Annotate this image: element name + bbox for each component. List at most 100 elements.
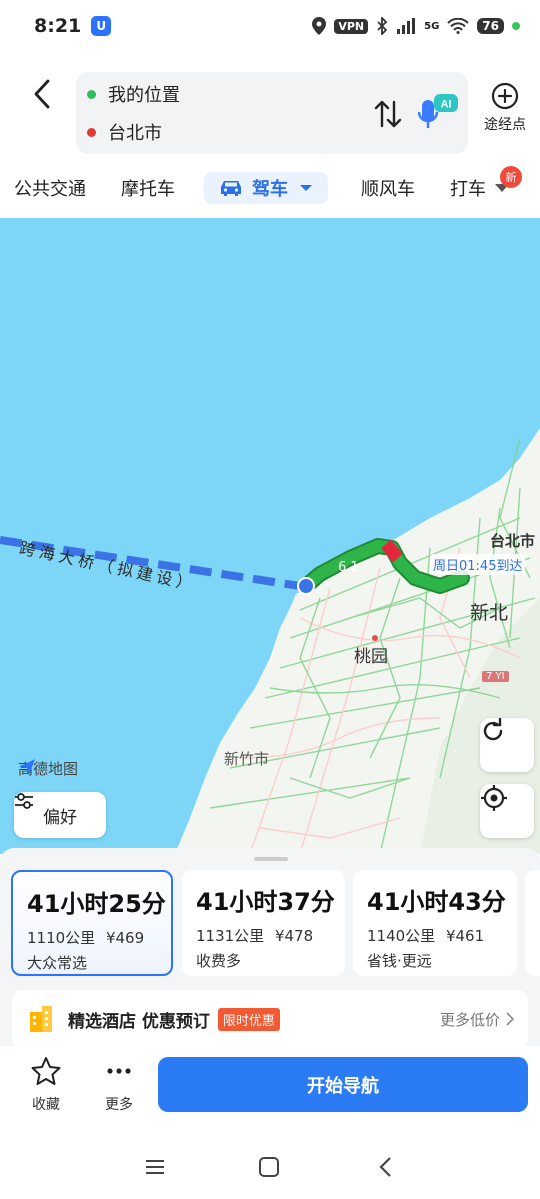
- new-badge: 新: [500, 166, 522, 188]
- preference-button[interactable]: 偏好: [14, 792, 106, 838]
- back-chevron-icon: [379, 1157, 391, 1177]
- location-icon: [312, 17, 327, 35]
- route-input-box: 我的位置 台北市 AI: [76, 72, 468, 154]
- status-bar: 8:21 U VPN 5G 76: [0, 0, 540, 52]
- system-back-button[interactable]: [370, 1152, 400, 1182]
- more-label: 更多: [105, 1097, 133, 1113]
- refresh-button[interactable]: [480, 718, 534, 772]
- amap-logo: 高德地图: [18, 758, 78, 779]
- ai-voice-button[interactable]: AI: [417, 90, 462, 134]
- city-label-taoyuan: 桃园: [354, 647, 388, 667]
- vpn-badge: VPN: [334, 18, 369, 34]
- route-congestion-segment: [381, 539, 403, 563]
- crosshair-locate-icon: [481, 785, 507, 811]
- route-tag: 收费多: [196, 952, 242, 970]
- map-view[interactable]: 6 1 跨海大桥（拟建设） 台北市 周日01:45到达 新北 桃园 新竹市 7 …: [0, 218, 540, 854]
- start-navigation-button[interactable]: 开始导航: [158, 1057, 528, 1112]
- status-time: 8:21: [34, 15, 82, 37]
- city-label-xinbei: 新北: [470, 602, 509, 624]
- swap-arrows-icon: [374, 100, 402, 128]
- favorite-button[interactable]: 收藏: [18, 1056, 74, 1114]
- route-number-label: 6 1: [338, 560, 359, 575]
- travel-mode-tabs: 公共交通 摩托车 驾车 顺风车 打车: [0, 166, 540, 210]
- route-cost: ¥461: [445, 927, 485, 945]
- tab-motorcycle[interactable]: 摩托车: [121, 172, 175, 204]
- hotel-limited-badge: 限时优惠: [217, 1007, 280, 1031]
- car-icon: [221, 181, 241, 196]
- battery-level: 76: [477, 18, 504, 34]
- back-button[interactable]: [22, 74, 62, 114]
- menu-lines-icon: [146, 1160, 164, 1174]
- destination-field[interactable]: 台北市: [76, 114, 162, 150]
- route-distance: 1140公里: [367, 927, 436, 945]
- preference-label: 偏好: [43, 807, 77, 828]
- tab-public-transit[interactable]: 公共交通: [14, 172, 86, 204]
- waypoint-button[interactable]: 途经点: [478, 82, 532, 138]
- system-nav-bar: [0, 1136, 540, 1199]
- city-label-taipei: 台北市: [490, 532, 536, 550]
- route-cost: ¥478: [274, 927, 314, 945]
- waypoint-label: 途经点: [484, 117, 526, 133]
- bluetooth-icon: [377, 17, 388, 35]
- route-tag: 省钱·更远: [367, 952, 432, 970]
- signal-icon: [397, 18, 416, 34]
- route-meta: 1131公里 ¥478: [196, 925, 331, 946]
- amap-logo-icon: [19, 759, 35, 775]
- home-button[interactable]: [254, 1152, 284, 1182]
- route-meta: 1110公里 ¥469: [27, 927, 157, 948]
- recent-apps-button[interactable]: [140, 1152, 170, 1182]
- route-option-card[interactable]: 41小时43分 1140公里 ¥461 省钱·更远: [353, 870, 517, 976]
- tab-driving[interactable]: 驾车: [204, 172, 328, 204]
- chevron-right-icon: [506, 1012, 514, 1026]
- chevron-down-icon: [300, 185, 312, 191]
- origin-marker: [297, 577, 315, 595]
- route-meta: 1140公里 ¥461: [367, 925, 503, 946]
- tab-taxi[interactable]: 打车: [450, 172, 486, 204]
- swap-button[interactable]: [372, 96, 404, 132]
- eta-label: 周日01:45到达: [430, 554, 526, 575]
- ai-label: AI: [441, 99, 452, 111]
- ai-microphone-icon: AI: [417, 94, 458, 128]
- hotel-promo-row[interactable]: 精选酒店 优惠预订 限时优惠 更多低价: [12, 990, 528, 1048]
- add-waypoint-icon: [491, 82, 519, 110]
- route-header: 我的位置 台北市 AI 途经点: [0, 60, 540, 160]
- route-option-card-partial[interactable]: [525, 870, 540, 976]
- tab-driving-label: 驾车: [252, 179, 288, 200]
- city-label-xinzhu: 新竹市: [224, 750, 270, 768]
- active-indicator-dot: [512, 22, 520, 30]
- route-duration: 41小时25分: [27, 890, 166, 918]
- taoyuan-dot: [372, 635, 378, 641]
- star-icon: [31, 1057, 61, 1085]
- sheet-drag-handle[interactable]: [254, 857, 288, 861]
- tab-carpool[interactable]: 顺风车: [361, 172, 415, 204]
- route-duration: 41小时37分: [196, 888, 335, 916]
- origin-text: 我的位置: [108, 85, 180, 106]
- route-distance: 1110公里: [27, 929, 96, 947]
- wifi-icon: [447, 18, 470, 34]
- route-tag: 大众常选: [27, 954, 88, 972]
- bottom-action-bar: 收藏 更多 开始导航: [0, 1046, 540, 1136]
- refresh-icon: [483, 718, 503, 741]
- origin-field[interactable]: 我的位置: [76, 76, 180, 112]
- route-option-card[interactable]: 41小时37分 1131公里 ¥478 收费多: [182, 870, 345, 976]
- home-square-icon: [259, 1157, 279, 1177]
- destination-text: 台北市: [108, 123, 162, 144]
- destination-dot-icon: [87, 127, 96, 137]
- route-duration: 41小时43分: [367, 888, 506, 916]
- map-canvas: 6 1: [0, 428, 540, 854]
- more-dots-icon: [107, 1068, 131, 1074]
- route-option-card[interactable]: 41小时25分 1110公里 ¥469 大众常选: [11, 870, 173, 976]
- route-distance: 1131公里: [196, 927, 265, 945]
- more-button[interactable]: 更多: [91, 1056, 147, 1114]
- app-notification-icon: U: [91, 16, 112, 36]
- hotel-more-link[interactable]: 更多低价: [440, 1009, 500, 1030]
- favorite-label: 收藏: [32, 1097, 60, 1113]
- hotel-title: 精选酒店 优惠预订: [68, 1011, 210, 1032]
- road-sign-label: 7 YI: [482, 671, 509, 682]
- network-type: 5G: [424, 20, 440, 32]
- locate-me-button[interactable]: [480, 784, 534, 838]
- sliders-icon: [15, 793, 33, 809]
- hotel-building-icon: [30, 1006, 52, 1032]
- status-icons: VPN 5G 76: [312, 17, 520, 35]
- back-arrow-icon: [34, 79, 50, 109]
